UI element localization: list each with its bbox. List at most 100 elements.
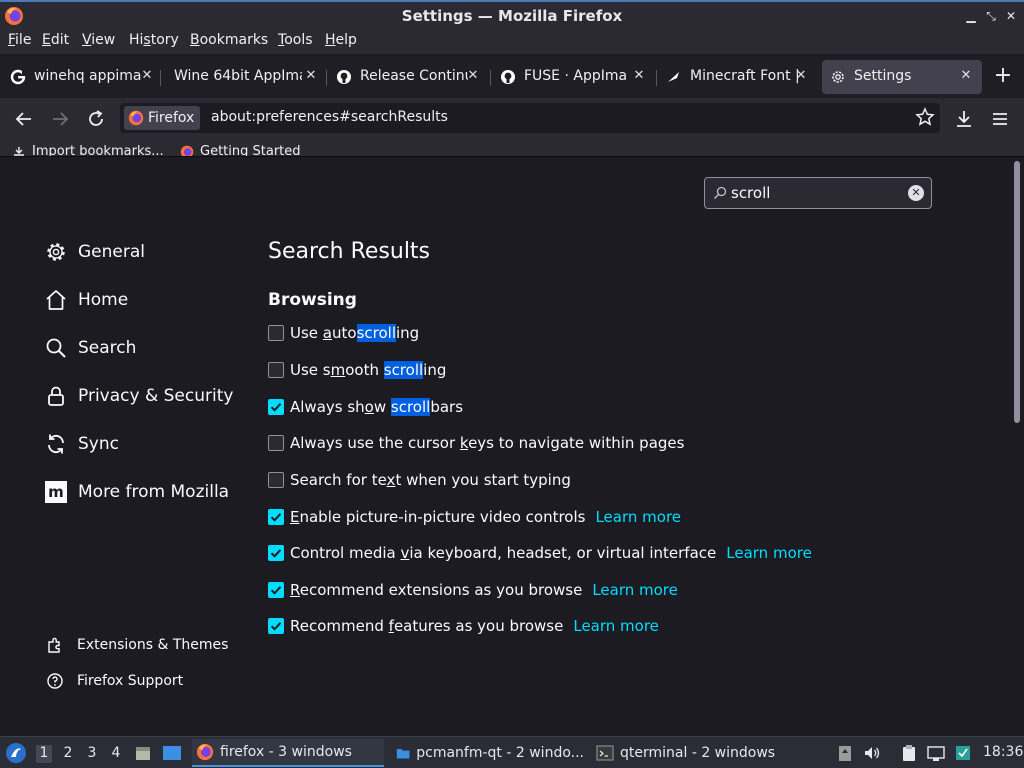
option-label[interactable]: Use autoscrolling [290,324,419,342]
option-label[interactable]: Recommend extensions as you browse [290,581,582,599]
workspace-2[interactable]: 2 [60,745,76,763]
category-home[interactable]: Home [44,286,128,314]
tab-fuse-appimage[interactable]: FUSE · AppImage ✕ [492,60,652,94]
reload-button[interactable] [84,107,108,131]
option-row[interactable]: Always use the cursor keys to navigate w… [268,432,684,454]
volume-icon[interactable] [863,744,881,762]
tab-close-icon[interactable]: ✕ [957,67,975,85]
option-label[interactable]: Recommend features as you browse [290,617,563,635]
clipboard-icon[interactable] [900,744,918,762]
search-icon [46,338,66,358]
option-row[interactable]: Use autoscrolling [268,322,419,344]
option-row[interactable]: Recommend features as you browse Learn mo… [268,615,659,637]
tab-strip: winehq appimage ✕ Wine 64bit AppImage ✕ … [0,56,1024,98]
task-pcmanfm[interactable]: pcmanfm-qt - 2 windo... [392,739,584,767]
file-manager-quicklaunch-icon[interactable] [134,744,152,762]
option-row[interactable]: Enable picture-in-picture video controls… [268,506,681,528]
identity-box[interactable]: Firefox [124,106,201,130]
checkbox-checked[interactable] [268,582,284,598]
menu-bookmarks[interactable]: Bookmarks [190,32,268,48]
category-general[interactable]: General [44,238,145,266]
option-label[interactable]: Enable picture-in-picture video controls [290,508,585,526]
tab-close-icon[interactable]: ✕ [630,67,648,85]
app-menu-button[interactable] [988,107,1012,131]
learn-more-link[interactable]: Learn more [573,617,659,635]
checkbox-unchecked[interactable] [268,362,284,378]
menu-history[interactable]: History [129,32,179,48]
restore-button[interactable]: ⤡ [982,7,1000,25]
learn-more-link[interactable]: Learn more [726,544,812,562]
tray-clipboard-icon[interactable] [836,744,854,762]
firefox-support-link[interactable]: Firefox Support [46,670,183,692]
new-tab-button[interactable]: + [992,65,1014,88]
option-row[interactable]: Always show scrollbars [268,396,463,418]
category-sync[interactable]: Sync [44,430,119,458]
checkbox-unchecked[interactable] [268,435,284,451]
bookmark-star-icon[interactable] [915,107,935,127]
network-icon[interactable] [927,744,945,762]
menu-tools[interactable]: Tools [278,32,313,48]
desktop-quicklaunch-icon[interactable] [162,744,182,762]
preferences-search[interactable]: ✕ [704,177,932,209]
clear-search-icon[interactable]: ✕ [908,185,924,201]
tab-winehq[interactable]: winehq appimage ✕ [2,60,158,94]
start-menu-icon[interactable] [5,742,27,764]
tab-close-icon[interactable]: ✕ [792,67,810,85]
checkbox-checked[interactable] [268,618,284,634]
bookmark-import[interactable]: Import bookmarks... [12,144,164,156]
option-label[interactable]: Always show scrollbars [290,398,463,416]
bookmark-getting-started[interactable]: Getting Started [180,144,301,156]
extensions-themes-link[interactable]: Extensions & Themes [46,634,228,656]
search-input[interactable] [731,182,901,204]
task-qterminal[interactable]: qterminal - 2 windows [592,739,784,767]
learn-more-link[interactable]: Learn more [592,581,678,599]
folder-icon [396,749,410,759]
workspace-1[interactable]: 1 [36,745,52,763]
category-search[interactable]: Search [44,334,136,362]
tab-settings[interactable]: Settings ✕ [822,60,982,94]
forward-button[interactable] [48,107,72,131]
workspace-3[interactable]: 3 [84,745,100,763]
url-bar[interactable]: Firefox about:preferences#searchResults [120,103,940,133]
checkbox-unchecked[interactable] [268,325,284,341]
page-title: Search Results [268,239,431,264]
task-firefox[interactable]: firefox - 3 windows [192,739,384,767]
option-label[interactable]: Always use the cursor keys to navigate w… [290,434,684,452]
workspace-4[interactable]: 4 [108,745,124,763]
bookmarks-toolbar: Import bookmarks... Getting Started [0,140,1024,157]
category-more-from-mozilla[interactable]: m More from Mozilla [44,478,229,506]
checkbox-checked[interactable] [268,509,284,525]
option-row[interactable]: Search for text when you start typing [268,469,571,491]
menu-file[interactable]: File [8,32,31,48]
option-row[interactable]: Control media via keyboard, headset, or … [268,542,812,564]
tab-minecraft-font[interactable]: Minecraft Font | ✕ [658,60,818,94]
option-row[interactable]: Recommend extensions as you browse Learn … [268,579,678,601]
checkmark-icon [270,549,282,558]
minimize-button[interactable]: ▁ [962,7,980,25]
close-window-button[interactable]: ✕ [1002,7,1020,25]
option-label[interactable]: Search for text when you start typing [290,471,571,489]
updates-icon[interactable] [954,744,972,762]
back-button[interactable] [12,107,36,131]
option-label[interactable]: Control media via keyboard, headset, or … [290,544,716,562]
window-title: Settings — Mozilla Firefox [401,7,623,25]
menu-view[interactable]: View [82,32,115,48]
scrollbar-thumb[interactable] [1014,161,1020,423]
downloads-button[interactable] [952,107,976,131]
tab-close-icon[interactable]: ✕ [302,67,320,85]
tab-close-icon[interactable]: ✕ [464,67,482,85]
option-label[interactable]: Use smooth scrolling [290,361,446,379]
option-row[interactable]: Use smooth scrolling [268,359,446,381]
checkbox-unchecked[interactable] [268,472,284,488]
tab-release-continuous[interactable]: Release Continuous ✕ [328,60,488,94]
tab-label: Minecraft Font | [690,68,800,84]
category-privacy[interactable]: Privacy & Security [44,382,233,410]
checkbox-checked[interactable] [268,399,284,415]
menu-edit[interactable]: Edit [42,32,69,48]
url-text[interactable]: about:preferences#searchResults [211,109,448,125]
menu-help[interactable]: Help [325,32,357,48]
tab-wine-64bit[interactable]: Wine 64bit AppImage ✕ [162,60,322,94]
checkbox-checked[interactable] [268,545,284,561]
tab-close-icon[interactable]: ✕ [138,67,156,85]
learn-more-link[interactable]: Learn more [595,508,681,526]
